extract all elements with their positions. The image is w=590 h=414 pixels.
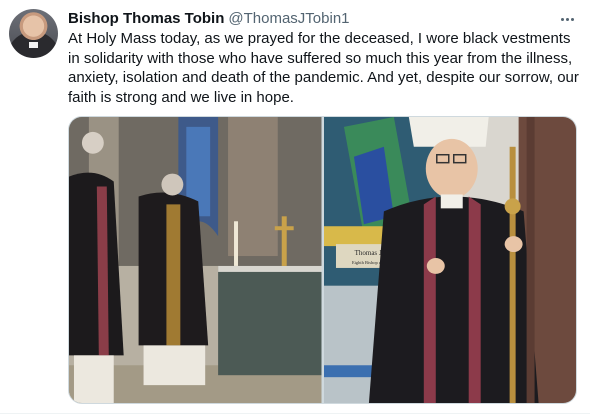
author-avatar[interactable] [9,9,58,58]
more-options-icon[interactable] [555,9,579,29]
author-name[interactable]: Bishop Thomas Tobin [68,10,224,27]
tweet-header: Bishop Thomas Tobin @ThomasJTobin1 [68,9,350,29]
altar-mass-photo[interactable] [69,117,322,403]
tweet-media: Thomas J. Tobin Eighth Bishop of Provide… [68,116,577,404]
tweet-card[interactable]: Bishop Thomas Tobin @ThomasJTobin1 At Hol… [0,0,590,414]
bishop-portrait-photo[interactable]: Thomas J. Tobin Eighth Bishop of Provide… [323,117,576,403]
avatar-collar [29,42,38,48]
author-handle[interactable]: @ThomasJTobin1 [228,10,349,27]
tweet-text: At Holy Mass today, as we prayed for the… [68,30,579,106]
